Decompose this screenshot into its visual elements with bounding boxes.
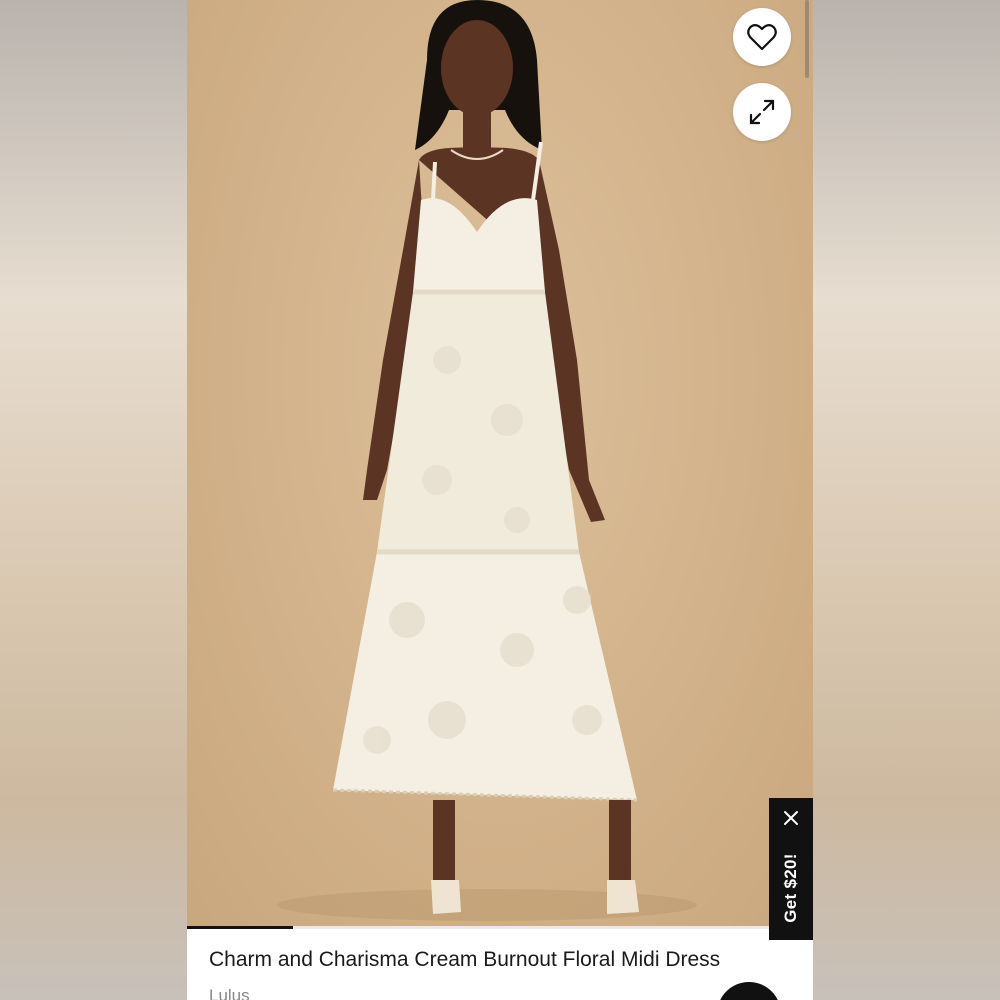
scroll-indicator — [805, 0, 809, 78]
favorite-button[interactable] — [733, 8, 791, 66]
heart-icon — [747, 24, 777, 51]
left-blur-background — [0, 0, 187, 1000]
model-illustration — [277, 0, 697, 921]
promo-label[interactable]: Get $20! — [781, 853, 801, 923]
product-screen: Get $20! Charm and Charisma Cream Burnou… — [187, 0, 813, 1000]
expand-icon — [749, 99, 775, 125]
gallery-progress-bar — [187, 926, 813, 929]
close-icon[interactable] — [781, 808, 801, 828]
product-image[interactable] — [187, 0, 813, 928]
expand-button[interactable] — [733, 83, 791, 141]
chat-button[interactable] — [717, 982, 781, 1000]
product-brand[interactable]: Lulus — [209, 986, 250, 1000]
product-title: Charm and Charisma Cream Burnout Floral … — [209, 948, 721, 971]
gallery-progress-fill — [187, 926, 294, 929]
promo-tab[interactable]: Get $20! — [769, 798, 813, 940]
right-blur-background — [813, 0, 1000, 1000]
